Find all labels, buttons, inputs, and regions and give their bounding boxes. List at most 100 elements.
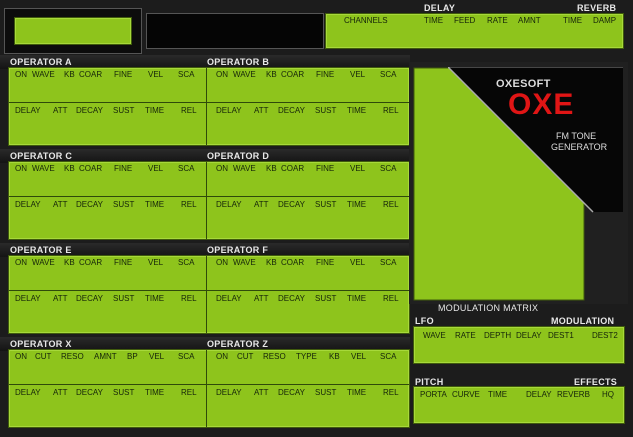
reverb-time-label: TIME	[563, 16, 583, 25]
op-c-att: ATT	[53, 200, 68, 209]
op-a-fine: FINE	[114, 70, 133, 79]
op-b-delay: DELAY	[216, 106, 242, 115]
op-f-fine: FINE	[316, 258, 335, 267]
op-z-sust: SUST	[315, 388, 337, 397]
preset-name-display[interactable]	[146, 13, 324, 49]
op-f-time: TIME	[347, 294, 367, 303]
op-e-sust: SUST	[113, 294, 135, 303]
op-d-kb: KB	[266, 164, 277, 173]
op-x-delay: DELAY	[15, 388, 41, 397]
op-b-kb: KB	[266, 70, 277, 79]
op-d-att: ATT	[254, 200, 269, 209]
op-b-on: ON	[216, 70, 228, 79]
op-f-sca: SCA	[380, 258, 397, 267]
operator-z-title: OPERATOR Z	[207, 339, 269, 349]
op-d-on: ON	[216, 164, 228, 173]
op-d-time: TIME	[347, 200, 367, 209]
op-d-vel: VEL	[350, 164, 366, 173]
lfo-panel[interactable]: WAVE RATE DEPTH DELAY DEST1 DEST2	[413, 326, 625, 364]
op-d-delay: DELAY	[216, 200, 242, 209]
op-c-sca: SCA	[178, 164, 195, 173]
op-e-coar: COAR	[79, 258, 103, 267]
modulation-title: MODULATION	[551, 316, 615, 326]
op-a-decay: DECAY	[76, 106, 103, 115]
operator-d-title: OPERATOR D	[207, 151, 270, 161]
op-z-time: TIME	[347, 388, 367, 397]
op-b-wave: WAVE	[233, 70, 256, 79]
mod-dest1-label: DEST1	[548, 331, 574, 340]
op-c-vel: VEL	[148, 164, 164, 173]
op-c-kb: KB	[64, 164, 75, 173]
pitch-time-label: TIME	[488, 390, 508, 399]
op-a-sca: SCA	[178, 70, 195, 79]
op-d-coar: COAR	[281, 164, 305, 173]
op-e-time: TIME	[145, 294, 165, 303]
oxe-logo: OXE	[508, 88, 575, 121]
op-f-sust: SUST	[315, 294, 337, 303]
op-d-wave: WAVE	[233, 164, 256, 173]
op-f-att: ATT	[254, 294, 269, 303]
op-a-vel: VEL	[148, 70, 164, 79]
operator-b-title: OPERATOR B	[207, 57, 270, 67]
lfo-title: LFO	[415, 316, 434, 326]
delay-feed-label: FEED	[454, 16, 476, 25]
fx-reverb-label: REVERB	[557, 390, 590, 399]
fx-delay-label: DELAY	[526, 390, 552, 399]
operator-e-title: OPERATOR E	[10, 245, 72, 255]
op-a-on: ON	[15, 70, 27, 79]
delay-reverb-panel[interactable]: CHANNELS TIME FEED RATE AMNT TIME DAMP	[325, 13, 624, 49]
lfo-rate-label: RATE	[455, 331, 476, 340]
op-d-fine: FINE	[316, 164, 335, 173]
logo-subtitle-1: FM TONE	[556, 131, 597, 141]
pitch-panel[interactable]: PORTA CURVE TIME DELAY REVERB HQ	[413, 386, 625, 424]
op-x-time: TIME	[145, 388, 165, 397]
pitch-porta-label: PORTA	[420, 390, 447, 399]
op-e-delay: DELAY	[15, 294, 41, 303]
op-z-delay: DELAY	[216, 388, 242, 397]
op-z-on: ON	[216, 352, 228, 361]
op-e-att: ATT	[53, 294, 68, 303]
op-d-sust: SUST	[315, 200, 337, 209]
op-c-coar: COAR	[79, 164, 103, 173]
op-e-on: ON	[15, 258, 27, 267]
op-b-fine: FINE	[316, 70, 335, 79]
op-z-cut: CUT	[237, 352, 254, 361]
op-d-decay: DECAY	[278, 200, 305, 209]
op-e-wave: WAVE	[32, 258, 55, 267]
op-c-delay: DELAY	[15, 200, 41, 209]
op-x-sust: SUST	[113, 388, 135, 397]
op-x-vel: VEL	[149, 352, 165, 361]
op-x-cut: CUT	[35, 352, 52, 361]
logo-subtitle-2: GENERATOR	[551, 142, 608, 152]
mod-dest2-label: DEST2	[592, 331, 618, 340]
reverb-damp-label: DAMP	[593, 16, 617, 25]
op-b-decay: DECAY	[278, 106, 305, 115]
op-z-att: ATT	[254, 388, 269, 397]
op-x-bp: BP	[127, 352, 138, 361]
op-a-rel: REL	[181, 106, 197, 115]
op-b-vel: VEL	[350, 70, 366, 79]
delay-rate-label: RATE	[487, 16, 508, 25]
op-a-time: TIME	[145, 106, 165, 115]
delay-channels-label: CHANNELS	[344, 16, 388, 25]
op-f-wave: WAVE	[233, 258, 256, 267]
op-b-rel: REL	[383, 106, 399, 115]
op-e-decay: DECAY	[76, 294, 103, 303]
op-a-kb: KB	[64, 70, 75, 79]
op-f-delay: DELAY	[216, 294, 242, 303]
op-f-rel: REL	[383, 294, 399, 303]
op-e-fine: FINE	[114, 258, 133, 267]
op-z-decay: DECAY	[278, 388, 305, 397]
op-b-sust: SUST	[315, 106, 337, 115]
op-d-rel: REL	[383, 200, 399, 209]
op-c-rel: REL	[181, 200, 197, 209]
op-x-rel: REL	[181, 388, 197, 397]
preset-display[interactable]	[14, 17, 132, 45]
delay-time-label: TIME	[424, 16, 444, 25]
op-x-att: ATT	[53, 388, 68, 397]
op-z-type: TYPE	[296, 352, 317, 361]
pitch-curve-label: CURVE	[452, 390, 480, 399]
op-a-delay: DELAY	[15, 106, 41, 115]
op-f-decay: DECAY	[278, 294, 305, 303]
op-z-kb: KB	[329, 352, 340, 361]
